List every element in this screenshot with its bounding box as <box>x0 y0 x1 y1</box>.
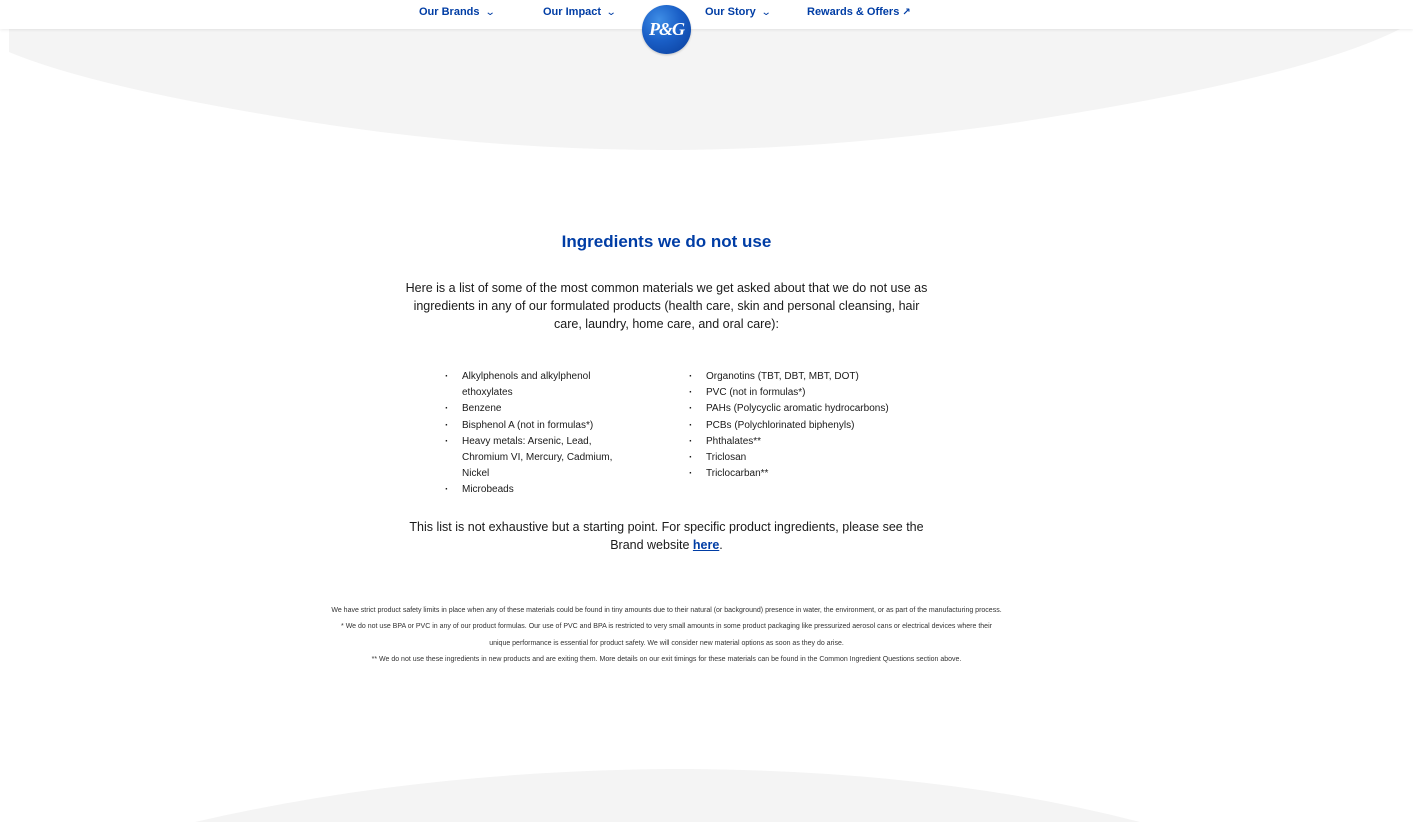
nav-rewards-offers[interactable]: Rewards & Offers ↗ <box>807 6 911 18</box>
closing-text: This list is not exhaustive but a starti… <box>409 520 924 552</box>
pg-logo[interactable]: P&G <box>642 5 691 54</box>
list-item: Bisphenol A (not in formulas*) <box>445 418 640 434</box>
top-navigation: Our Brands ⌄ Our Impact ⌄ Our Story ⌄ Rewar… <box>0 0 1413 29</box>
footnote: ** We do not use these ingredients in ne… <box>371 656 962 664</box>
list-item: PAHs (Polycyclic aromatic hydrocarbons) <box>689 401 909 417</box>
footnotes: We have strict product safety limits in … <box>330 603 1003 669</box>
section-intro: Here is a list of some of the most commo… <box>405 281 928 331</box>
chevron-down-icon: ⌄ <box>760 7 772 18</box>
nav-our-brands[interactable]: Our Brands ⌄ <box>419 6 496 18</box>
list-item: Heavy metals: Arsenic, Lead, Chromium VI… <box>445 434 640 483</box>
footnote: * We do not use BPA or PVC in any of our… <box>341 623 992 647</box>
nav-our-impact[interactable]: Our Impact ⌄ <box>543 6 617 18</box>
chevron-down-icon: ⌄ <box>605 7 617 18</box>
top-curve <box>9 29 1400 150</box>
list-item: Triclocarban** <box>689 466 909 482</box>
closing-note: This list is not exhaustive but a starti… <box>392 518 941 554</box>
section-title: Ingredients we do not use <box>561 232 772 251</box>
list-item: PCBs (Polychlorinated biphenyls) <box>689 418 909 434</box>
list-item: Benzene <box>445 401 640 417</box>
brand-website-link[interactable]: here <box>693 538 719 552</box>
nav-our-impact-label: Our Impact <box>543 6 602 18</box>
external-arrow-icon: ↗ <box>902 7 911 18</box>
nav-our-brands-label: Our Brands <box>419 6 480 18</box>
closing-period: . <box>719 538 723 552</box>
nav-rewards-offers-label: Rewards & Offers <box>807 6 900 18</box>
list-item: Phthalates** <box>689 434 909 450</box>
nav-our-story-label: Our Story <box>705 6 756 18</box>
list-item: Alkylphenols and alkylphenol ethoxylates <box>445 369 640 401</box>
bottom-curve <box>195 769 1140 822</box>
list-item: Organotins (TBT, DBT, MBT, DOT) <box>689 369 909 385</box>
footnote: We have strict product safety limits in … <box>331 607 1002 614</box>
ingredient-list-right: Organotins (TBT, DBT, MBT, DOT) PVC (not… <box>689 369 909 483</box>
list-item: PVC (not in formulas*) <box>689 385 909 401</box>
chevron-down-icon: ⌄ <box>484 7 496 18</box>
list-item: Microbeads <box>445 482 640 498</box>
nav-our-story[interactable]: Our Story ⌄ <box>705 6 772 18</box>
logo-text: P&G <box>649 19 685 39</box>
ingredient-list-left: Alkylphenols and alkylphenol ethoxylates… <box>445 369 640 499</box>
list-item: Triclosan <box>689 450 909 466</box>
